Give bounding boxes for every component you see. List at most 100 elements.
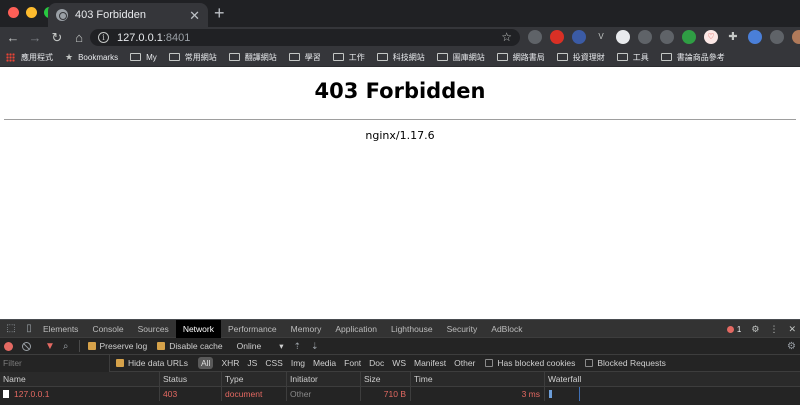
- record-icon[interactable]: [4, 341, 13, 351]
- kebab-menu-icon[interactable]: ⋮: [769, 324, 778, 335]
- filter-input[interactable]: Filter: [0, 354, 110, 372]
- devtools-actions: 1 ⚙ ⋮ ✕: [726, 320, 796, 338]
- close-tab-icon[interactable]: ✕: [189, 9, 200, 22]
- tab-application[interactable]: Application: [328, 320, 384, 338]
- tab-lighthouse[interactable]: Lighthouse: [384, 320, 440, 338]
- settings-gear-icon[interactable]: ⚙: [751, 324, 759, 335]
- preserve-log-checkbox[interactable]: Preserve log: [87, 341, 147, 351]
- bookmark-apps[interactable]: 應用程式: [6, 52, 53, 63]
- extensions-bar: V ♡ ✚ ⋮: [528, 30, 800, 44]
- filter-type-js[interactable]: JS: [243, 358, 261, 368]
- bookmark-folder[interactable]: 書論商品參考: [660, 52, 725, 63]
- tab-security[interactable]: Security: [440, 320, 485, 338]
- column-waterfall[interactable]: Waterfall: [545, 372, 800, 386]
- new-tab-button[interactable]: +: [214, 3, 225, 23]
- tab-sources[interactable]: Sources: [131, 320, 176, 338]
- column-size[interactable]: Size: [361, 372, 411, 386]
- pocket-icon[interactable]: ♡: [704, 30, 718, 44]
- close-devtools-icon[interactable]: ✕: [788, 324, 796, 335]
- extension-icon[interactable]: [528, 30, 542, 44]
- network-settings-gear-icon[interactable]: ⚙: [787, 341, 796, 352]
- column-name[interactable]: Name: [0, 372, 160, 386]
- puzzle-icon[interactable]: ✚: [726, 30, 740, 44]
- bookmarks-bar: 應用程式 ★ Bookmarks My 常用網站 翻譯網站 學習 工作 科技網站 …: [0, 48, 800, 67]
- inspect-element-icon[interactable]: ⬚: [4, 323, 18, 334]
- import-har-icon[interactable]: ⇡: [293, 341, 301, 352]
- extension-icon[interactable]: [660, 30, 674, 44]
- bookmark-folder[interactable]: 工作: [332, 52, 365, 63]
- filter-type-media[interactable]: Media: [309, 358, 340, 368]
- bookmark-folder[interactable]: 常用網站: [168, 52, 217, 63]
- filter-type-xhr[interactable]: XHR: [217, 358, 243, 368]
- extension-icon[interactable]: [572, 30, 586, 44]
- minimize-window-button[interactable]: [26, 7, 37, 18]
- clear-icon[interactable]: [22, 341, 31, 351]
- filter-type-manifest[interactable]: Manifest: [410, 358, 450, 368]
- column-status[interactable]: Status: [160, 372, 222, 386]
- blocked-requests-checkbox[interactable]: Blocked Requests: [585, 358, 666, 368]
- browser-tab-active[interactable]: 403 Forbidden ✕: [48, 3, 208, 27]
- folder-icon: [288, 53, 300, 61]
- filter-type-other[interactable]: Other: [450, 358, 479, 368]
- bookmark-folder[interactable]: 科技網站: [376, 52, 425, 63]
- hide-data-urls-checkbox[interactable]: Hide data URLs: [116, 358, 188, 368]
- device-toolbar-icon[interactable]: ▯: [22, 323, 36, 334]
- disable-cache-checkbox[interactable]: Disable cache: [157, 341, 223, 351]
- evernote-icon[interactable]: [682, 30, 696, 44]
- forward-button[interactable]: →: [26, 29, 44, 47]
- filter-type-ws[interactable]: WS: [388, 358, 410, 368]
- column-time[interactable]: Time: [411, 372, 545, 386]
- has-blocked-cookies-checkbox[interactable]: Has blocked cookies: [485, 358, 575, 368]
- home-button[interactable]: ⌂: [70, 29, 88, 47]
- bookmark-folder[interactable]: My: [130, 53, 157, 62]
- request-size-cell: 710 B: [361, 387, 411, 401]
- search-icon[interactable]: ⌕: [63, 341, 69, 352]
- bookmark-star-icon[interactable]: ☆: [501, 29, 512, 46]
- devtools-panel: ⬚ ▯ Elements Console Sources Network Per…: [0, 319, 800, 405]
- column-type[interactable]: Type: [222, 372, 287, 386]
- throttle-select[interactable]: Online ▾: [237, 341, 284, 352]
- extension-icon[interactable]: [638, 30, 652, 44]
- filter-funnel-icon[interactable]: ▼: [45, 341, 55, 352]
- translate-icon[interactable]: [748, 30, 762, 44]
- column-initiator[interactable]: Initiator: [287, 372, 361, 386]
- document-icon: [3, 390, 9, 398]
- extension-icon[interactable]: [770, 30, 784, 44]
- bookmark-folder[interactable]: 學習: [288, 52, 321, 63]
- tab-elements[interactable]: Elements: [36, 320, 85, 338]
- filter-type-all[interactable]: All: [198, 357, 214, 369]
- tab-network[interactable]: Network: [175, 319, 221, 338]
- filter-type-doc[interactable]: Doc: [365, 358, 388, 368]
- folder-icon: [168, 53, 180, 61]
- table-row[interactable]: 127.0.0.1 403 document Other 710 B 3 ms: [0, 387, 800, 401]
- folder-icon: [332, 53, 344, 61]
- address-bar[interactable]: i 127.0.0.1:8401 ☆: [90, 29, 520, 46]
- bookmark-bookmarks[interactable]: ★ Bookmarks: [65, 52, 118, 63]
- bookmark-folder[interactable]: 工具: [616, 52, 649, 63]
- back-button[interactable]: ←: [4, 29, 22, 47]
- folder-icon: [616, 53, 628, 61]
- tab-performance[interactable]: Performance: [221, 320, 284, 338]
- reload-button[interactable]: ↻: [48, 29, 66, 47]
- tab-console[interactable]: Console: [85, 320, 130, 338]
- avatar[interactable]: [792, 30, 800, 44]
- filter-type-css[interactable]: CSS: [261, 358, 286, 368]
- close-window-button[interactable]: [8, 7, 19, 18]
- filter-type-img[interactable]: Img: [287, 358, 309, 368]
- filter-type-font[interactable]: Font: [340, 358, 365, 368]
- request-type-cell: document: [222, 387, 287, 401]
- bookmark-folder[interactable]: 投資理財: [556, 52, 605, 63]
- tab-strip: 403 Forbidden ✕ +: [0, 0, 800, 27]
- info-icon[interactable]: i: [98, 32, 109, 43]
- folder-icon: [660, 53, 672, 61]
- extension-icon[interactable]: [550, 30, 564, 44]
- error-count-badge[interactable]: 1: [726, 325, 741, 334]
- extension-icon[interactable]: V: [594, 30, 608, 44]
- bookmark-folder[interactable]: 圖庫網站: [436, 52, 485, 63]
- bookmark-folder[interactable]: 翻譯網站: [228, 52, 277, 63]
- export-har-icon[interactable]: ⇣: [311, 341, 319, 352]
- tab-adblock[interactable]: AdBlock: [484, 320, 529, 338]
- bookmark-folder[interactable]: 網路書局: [496, 52, 545, 63]
- tab-memory[interactable]: Memory: [284, 320, 329, 338]
- extension-icon[interactable]: [616, 30, 630, 44]
